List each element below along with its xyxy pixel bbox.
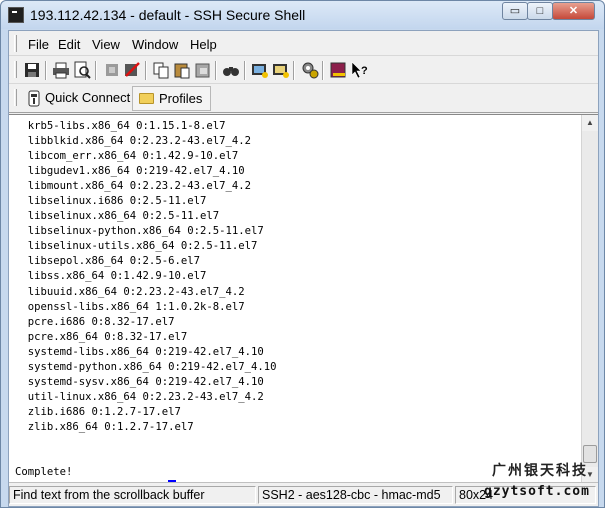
window-title: 193.112.42.134 - default - SSH Secure Sh… xyxy=(30,7,306,23)
folder-icon xyxy=(139,93,154,104)
app-window: 193.112.42.134 - default - SSH Secure Sh… xyxy=(0,0,605,508)
watermark-url: gzytsoft.com xyxy=(484,484,590,499)
terminal-line: pcre.x86_64 0:8.32-17.el7 xyxy=(15,330,188,343)
paste-icon[interactable] xyxy=(173,61,191,79)
terminal-line: libss.x86_64 0:1.42.9-10.el7 xyxy=(15,270,207,283)
terminal-line: libgudev1.x86_64 0:219-42.el7_4.10 xyxy=(15,165,245,178)
profile-bar: Quick Connect Profiles xyxy=(9,85,598,113)
toolbar-separator xyxy=(45,61,47,80)
toolbar-separator xyxy=(244,61,246,80)
terminal-app-icon xyxy=(8,7,24,23)
maximize-button[interactable]: □ xyxy=(527,2,553,20)
terminal-line: krb5-libs.x86_64 0:1.15.1-8.el7 xyxy=(15,120,226,132)
terminal-line: libselinux-python.x86_64 0:2.5-11.el7 xyxy=(15,225,264,238)
terminal-line: libmount.x86_64 0:2.23.2-43.el7_4.2 xyxy=(15,180,251,193)
help-topics-icon[interactable] xyxy=(329,61,347,79)
terminal-line: zlib.i686 0:1.2.7-17.el7 xyxy=(15,405,181,418)
menu-view[interactable]: View xyxy=(92,37,120,52)
terminal-line: systemd-libs.x86_64 0:219-42.el7_4.10 xyxy=(15,345,264,358)
terminal-line: libselinux.i686 0:2.5-11.el7 xyxy=(15,195,207,208)
new-terminal-icon[interactable] xyxy=(251,61,269,79)
quick-connect-icon xyxy=(28,90,40,107)
terminal-line: libuuid.x86_64 0:2.23.2-43.el7_4.2 xyxy=(15,285,245,298)
menu-window[interactable]: Window xyxy=(132,37,178,52)
terminal-area[interactable]: krb5-libs.x86_64 0:1.15.1-8.el7 libblkid… xyxy=(9,114,598,482)
status-hint: Find text from the scrollback buffer xyxy=(9,486,256,504)
terminal-scrollbar[interactable]: ▲ ▼ xyxy=(581,115,598,482)
terminal-line: util-linux.x86_64 0:2.23.2-43.el7_4.2 xyxy=(15,390,264,403)
menubar-grip[interactable] xyxy=(14,35,17,52)
status-cipher: SSH2 - aes128-cbc - hmac-md5 xyxy=(258,486,453,504)
profiles-label: Profiles xyxy=(159,91,203,106)
copy-icon[interactable] xyxy=(152,61,170,79)
toolbar-separator xyxy=(322,61,324,80)
find-icon[interactable] xyxy=(222,61,240,79)
paste-alt-icon[interactable] xyxy=(194,61,212,79)
profilebar-grip[interactable] xyxy=(14,89,17,106)
svg-text:?: ? xyxy=(361,65,368,77)
terminal-line: Complete! xyxy=(15,466,73,479)
client-area: File Edit View Window Help ? Quick Conne… xyxy=(8,30,599,507)
terminal-line: libsepol.x86_64 0:2.5-6.el7 xyxy=(15,255,200,268)
quick-connect-label: Quick Connect xyxy=(45,90,131,105)
connect-icon[interactable] xyxy=(123,61,141,79)
terminal-line: libselinux-utils.x86_64 0:2.5-11.el7 xyxy=(15,240,258,253)
menu-help[interactable]: Help xyxy=(190,37,217,52)
terminal-line: systemd-sysv.x86_64 0:219-42.el7_4.10 xyxy=(15,375,264,388)
quick-connect-button[interactable]: Quick Connect xyxy=(21,87,136,111)
terminal-line: systemd-python.x86_64 0:219-42.el7_4.10 xyxy=(15,360,277,373)
settings-icon[interactable] xyxy=(301,61,319,79)
print-icon[interactable] xyxy=(52,61,70,79)
toolbar-separator xyxy=(293,61,295,80)
menu-file[interactable]: File xyxy=(28,37,49,52)
menu-edit[interactable]: Edit xyxy=(58,37,80,52)
new-file-transfer-icon[interactable] xyxy=(272,61,290,79)
title-bar[interactable]: 193.112.42.134 - default - SSH Secure Sh… xyxy=(1,1,604,29)
toolbar-separator xyxy=(95,61,97,80)
minimize-button[interactable]: ▭ xyxy=(502,2,528,20)
whats-this-icon[interactable]: ? xyxy=(350,61,368,79)
terminal-output: krb5-libs.x86_64 0:1.15.1-8.el7 libblkid… xyxy=(15,119,277,482)
close-button[interactable]: ✕ xyxy=(552,2,595,20)
profiles-button[interactable]: Profiles xyxy=(132,86,211,111)
toolbar-separator xyxy=(215,61,217,80)
terminal-line: zlib.x86_64 0:1.2.7-17.el7 xyxy=(15,420,194,433)
scroll-up-icon[interactable]: ▲ xyxy=(582,115,598,131)
toolbar: ? xyxy=(9,57,598,84)
terminal-line: pcre.i686 0:8.32-17.el7 xyxy=(15,315,175,328)
toolbar-grip[interactable] xyxy=(14,61,17,78)
disconnect-icon[interactable] xyxy=(103,61,121,79)
print-preview-icon[interactable] xyxy=(73,61,91,79)
menu-bar: File Edit View Window Help xyxy=(9,31,598,56)
terminal-line: libblkid.x86_64 0:2.23.2-43.el7_4.2 xyxy=(15,135,251,148)
terminal-line: libselinux.x86_64 0:2.5-11.el7 xyxy=(15,210,220,223)
terminal-line: openssl-libs.x86_64 1:1.0.2k-8.el7 xyxy=(15,300,245,313)
watermark-company: 广州银天科技 xyxy=(492,462,588,478)
save-icon[interactable] xyxy=(23,61,41,79)
toolbar-separator xyxy=(145,61,147,80)
terminal-line: libcom_err.x86_64 0:1.42.9-10.el7 xyxy=(15,150,239,163)
